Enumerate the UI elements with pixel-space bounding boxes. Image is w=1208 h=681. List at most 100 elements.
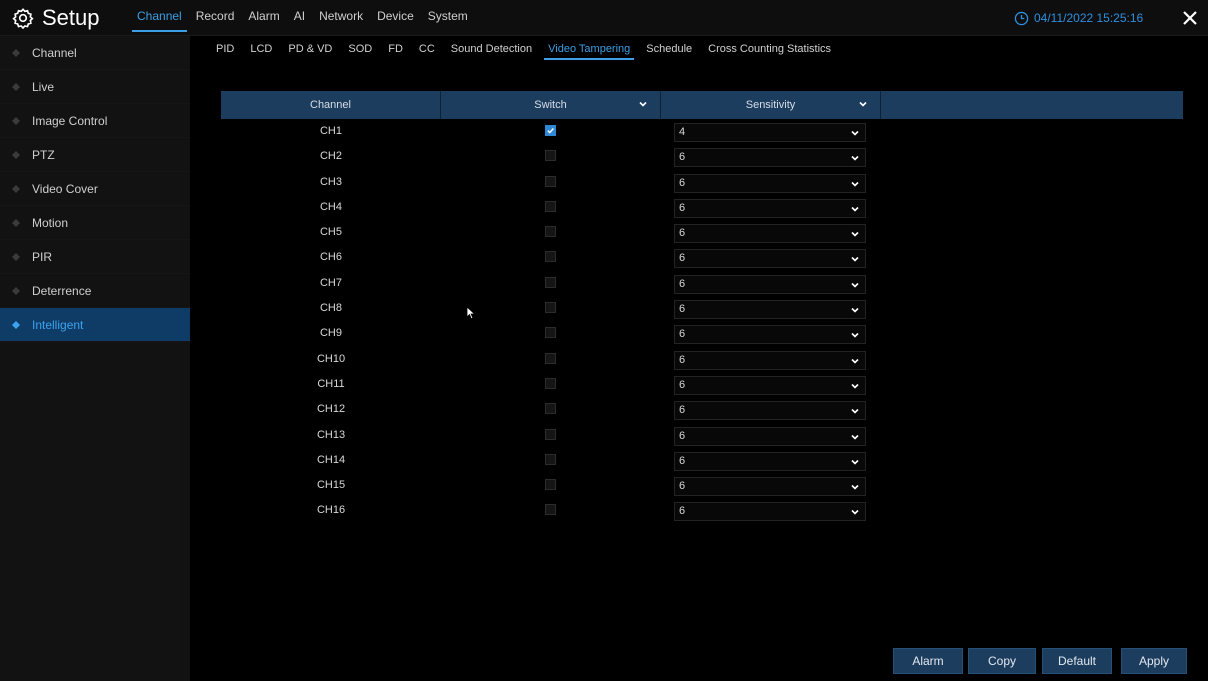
sensitivity-value: 6 [679,480,686,493]
alarm-button[interactable]: Alarm [893,648,963,674]
sidebar-item-image-control[interactable]: Image Control [0,104,190,138]
switch-checkbox[interactable] [545,251,556,263]
sidebar-item-channel[interactable]: Channel [0,36,190,70]
switch-checkbox[interactable] [545,428,556,440]
sensitivity-select[interactable]: 6 [674,426,866,446]
table-row: CH12 6 [221,398,1183,423]
sensitivity-value: 6 [679,252,686,265]
chevron-down-icon [851,308,859,313]
table-row: CH15 6 [221,474,1183,499]
switch-checkbox[interactable] [545,453,556,465]
switch-checkbox[interactable] [545,175,556,187]
close-button[interactable] [1178,6,1202,30]
switch-checkbox[interactable] [545,302,556,314]
tab-cc[interactable]: CC [411,38,443,60]
switch-checkbox[interactable] [545,125,556,136]
switch-checkbox[interactable] [545,352,556,364]
channel-label: CH13 [316,428,346,441]
sensitivity-select[interactable]: 6 [674,477,866,497]
sensitivity-value: 6 [679,303,686,316]
sensitivity-select[interactable]: 6 [674,198,866,218]
switch-checkbox[interactable] [545,504,556,516]
sidebar-item-motion[interactable]: Motion [0,206,190,240]
sensitivity-value: 6 [679,378,686,391]
default-button[interactable]: Default [1042,648,1112,674]
sidebar-item-label: Channel [32,45,77,60]
sidebar-item-intelligent[interactable]: Intelligent [0,308,190,342]
tab-schedule[interactable]: Schedule [638,38,700,60]
switch-checkbox[interactable] [545,479,556,491]
switch-checkbox[interactable] [545,276,556,288]
sensitivity-select[interactable]: 6 [674,401,866,421]
switch-checkbox[interactable] [545,226,556,238]
column-header-switch[interactable]: Switch [441,91,661,119]
sensitivity-value: 6 [679,454,686,467]
sensitivity-select[interactable]: 4 [674,123,866,142]
top-bar: Setup Channel Record Alarm AI Network Device S… [0,0,1208,36]
diamond-bullet-icon [12,116,20,125]
tab-pid[interactable]: PID [208,38,242,60]
top-nav-ai[interactable]: AI [287,0,312,32]
sidebar-item-live[interactable]: Live [0,70,190,104]
sensitivity-select[interactable]: 6 [674,375,866,395]
tab-sod[interactable]: SOD [340,38,380,60]
channel-label: CH5 [319,226,342,239]
channel-label: CH1 [319,125,342,137]
switch-checkbox[interactable] [545,327,556,339]
table-row: CH5 6 [221,221,1183,246]
table-row: CH2 6 [221,145,1183,170]
column-header-sensitivity[interactable]: Sensitivity [661,91,881,119]
channel-label: CH14 [316,453,346,466]
apply-button[interactable]: Apply [1121,648,1187,674]
switch-checkbox[interactable] [545,150,556,162]
tab-sound-detection[interactable]: Sound Detection [443,38,540,60]
channel-label: CH16 [316,504,346,517]
channel-label: CH6 [319,251,342,264]
chevron-down-icon [851,459,859,465]
sidebar-item-label: PTZ [32,147,55,162]
switch-checkbox[interactable] [545,200,556,212]
channel-label: CH4 [319,200,342,213]
sensitivity-select[interactable]: 6 [674,173,866,193]
sensitivity-select[interactable]: 6 [674,274,866,294]
tab-video-tampering[interactable]: Video Tampering [540,38,638,60]
sensitivity-select[interactable]: 6 [674,502,866,522]
sensitivity-select[interactable]: 6 [674,224,866,244]
copy-button[interactable]: Copy [968,648,1036,674]
sensitivity-select[interactable]: 6 [674,325,866,345]
top-nav-record[interactable]: Record [189,0,242,32]
sensitivity-select[interactable]: 6 [674,300,866,320]
chevron-down-icon [851,383,859,389]
top-nav-channel[interactable]: Channel [130,0,189,32]
sidebar-item-video-cover[interactable]: Video Cover [0,172,190,206]
datetime-display: 04/11/2022 15:25:16 [1014,8,1143,28]
sidebar-item-pir[interactable]: PIR [0,240,190,274]
chevron-down-icon [851,510,859,516]
sidebar-item-deterrence[interactable]: Deterrence [0,274,190,308]
sensitivity-value: 6 [679,353,686,366]
tab-fd[interactable]: FD [380,38,411,60]
brand: Setup [12,4,100,32]
sidebar-item-ptz[interactable]: PTZ [0,138,190,172]
diamond-bullet-icon [12,320,20,329]
switch-checkbox[interactable] [545,403,556,415]
sensitivity-select[interactable]: 6 [674,148,866,168]
top-nav-device[interactable]: Device [370,0,421,32]
tab-cross-counting-statistics[interactable]: Cross Counting Statistics [700,38,839,60]
sensitivity-select[interactable]: 6 [674,451,866,471]
gear-icon [12,8,34,29]
switch-checkbox[interactable] [545,377,556,389]
sidebar: Channel Live Image Control PTZ Video Cover Mo… [0,36,190,681]
sensitivity-select[interactable]: 6 [674,249,866,269]
sensitivity-select[interactable]: 6 [674,350,866,370]
top-nav-network[interactable]: Network [312,0,370,32]
top-nav-alarm[interactable]: Alarm [241,0,286,32]
sensitivity-value: 6 [679,201,686,214]
top-nav-system[interactable]: System [421,0,475,32]
table-row: CH14 6 [221,449,1183,474]
sidebar-item-label: Intelligent [32,317,84,332]
chevron-down-icon [851,181,859,187]
tab-lcd[interactable]: LCD [242,38,280,60]
tab-pd-vd[interactable]: PD & VD [280,38,340,60]
channel-label: CH15 [316,479,346,492]
